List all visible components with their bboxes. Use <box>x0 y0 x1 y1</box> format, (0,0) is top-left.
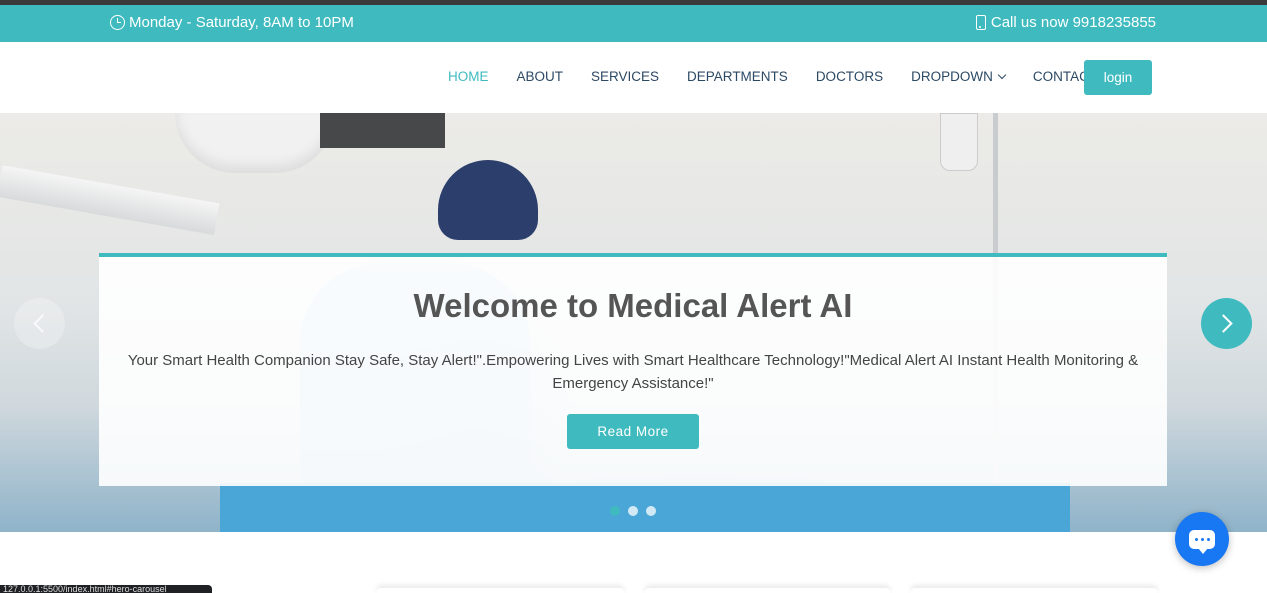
hero-caption-box: Welcome to Medical Alert AI Your Smart H… <box>99 253 1167 486</box>
hero-carousel: Welcome to Medical Alert AI Your Smart H… <box>0 113 1267 532</box>
hero-title: Welcome to Medical Alert AI <box>413 287 853 324</box>
login-button[interactable]: login <box>1084 60 1152 95</box>
carousel-indicator-2[interactable] <box>628 506 638 516</box>
carousel-indicator-3[interactable] <box>646 506 656 516</box>
contact-phone-text[interactable]: Call us now 9918235855 <box>991 14 1156 31</box>
carousel-next-button[interactable] <box>1201 298 1252 349</box>
nav-item-dropdown[interactable]: DROPDOWN <box>911 69 1007 84</box>
clock-icon <box>110 15 125 30</box>
nav-item-home[interactable]: HOME <box>448 69 489 84</box>
chat-bubble-icon[interactable] <box>1189 529 1215 554</box>
nav-item-departments[interactable]: DEPARTMENTS <box>687 69 788 84</box>
browser-status-bar: 127.0.0.1:5500/index.html#hero-carousel <box>0 585 212 593</box>
read-more-button[interactable]: Read More <box>567 414 699 449</box>
opening-hours-text: Monday - Saturday, 8AM to 10PM <box>129 14 354 31</box>
chevron-right-icon[interactable] <box>1214 314 1233 333</box>
opening-hours: Monday - Saturday, 8AM to 10PM <box>110 14 354 31</box>
phone-icon <box>975 15 986 30</box>
nav-menu: HOME ABOUT SERVICES DEPARTMENTS DOCTORS … <box>448 69 1125 84</box>
background-photo-surgical-lamp <box>175 113 335 173</box>
section-card-peek <box>911 588 1157 593</box>
hero-text: Your Smart Health Companion Stay Safe, S… <box>127 352 1139 392</box>
background-photo-surgeon-cap <box>438 160 538 240</box>
carousel-indicators <box>610 506 656 516</box>
background-photo-lamp-arm <box>0 165 220 235</box>
nav-item-about[interactable]: ABOUT <box>517 69 564 84</box>
nav-item-doctors[interactable]: DOCTORS <box>816 69 883 84</box>
section-card-peek <box>645 588 890 593</box>
nav-item-dropdown-label[interactable]: DROPDOWN <box>911 69 993 84</box>
chevron-down-icon[interactable] <box>997 70 1007 79</box>
carousel-indicator-1[interactable] <box>610 506 620 516</box>
chevron-left-icon[interactable] <box>33 314 52 333</box>
section-card-peek <box>377 588 624 593</box>
carousel-prev-button[interactable] <box>14 298 65 349</box>
background-photo-ceiling-fixture <box>320 113 445 148</box>
nav-item-services[interactable]: SERVICES <box>591 69 659 84</box>
background-photo-iv-bag <box>940 113 978 171</box>
top-info-bar: Monday - Saturday, 8AM to 10PM Call us n… <box>0 5 1267 42</box>
main-navbar: HOME ABOUT SERVICES DEPARTMENTS DOCTORS … <box>0 42 1267 113</box>
chat-widget-button[interactable] <box>1175 512 1229 566</box>
contact-phone[interactable]: Call us now 9918235855 <box>975 14 1156 31</box>
